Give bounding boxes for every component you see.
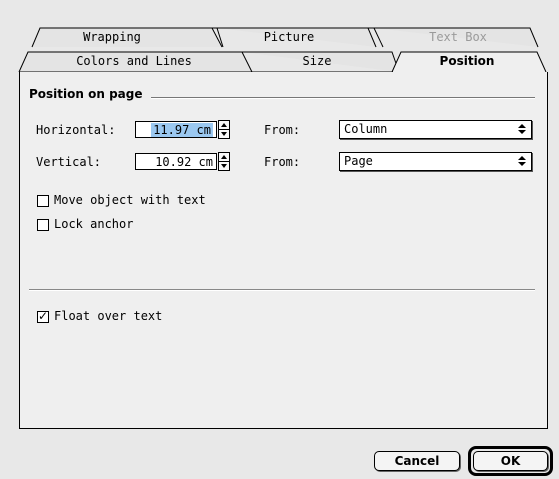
group-title: Position on page <box>29 87 151 101</box>
float-over-text-label[interactable]: Float over text <box>54 309 162 323</box>
cancel-button[interactable]: Cancel <box>374 451 460 471</box>
popup-arrows-icon <box>517 123 528 136</box>
vertical-from-label: From: <box>264 155 301 169</box>
horizontal-from-select[interactable]: Column <box>339 120 532 139</box>
lock-anchor-checkbox[interactable] <box>37 219 49 231</box>
horizontal-stepper[interactable] <box>218 120 230 139</box>
vertical-stepper[interactable] <box>218 152 230 171</box>
section-divider <box>29 289 535 291</box>
move-with-text-label[interactable]: Move object with text <box>54 193 206 207</box>
tab-colors-and-lines[interactable]: Colors and Lines <box>76 54 192 68</box>
horizontal-from-value: Column <box>344 122 388 136</box>
ok-button[interactable]: OK <box>473 451 548 471</box>
tab-size[interactable]: Size <box>303 54 332 68</box>
horizontal-label: Horizontal: <box>36 123 116 137</box>
vertical-from-value: Page <box>344 154 373 168</box>
stepper-down-icon <box>221 132 227 136</box>
horizontal-input[interactable]: 11.97 cm <box>135 121 217 138</box>
stepper-down-icon <box>221 164 227 168</box>
vertical-input[interactable]: 10.92 cm <box>135 153 217 170</box>
stepper-up-icon <box>221 155 227 159</box>
tab-wrapping[interactable]: Wrapping <box>83 30 141 44</box>
horizontal-from-label: From: <box>264 123 301 137</box>
popup-arrows-icon <box>517 155 528 168</box>
tab-text-box: Text Box <box>429 30 487 44</box>
checkmark-icon: ✓ <box>38 309 49 323</box>
horizontal-value: 11.97 cm <box>151 123 213 137</box>
lock-anchor-label[interactable]: Lock anchor <box>54 217 133 231</box>
vertical-from-select[interactable]: Page <box>339 152 532 171</box>
tab-picture[interactable]: Picture <box>264 30 315 44</box>
position-panel: Position on page Horizontal: 11.97 cm Fr… <box>19 72 548 429</box>
stepper-up-icon <box>221 123 227 127</box>
vertical-label: Vertical: <box>36 155 102 169</box>
tab-position[interactable]: Position <box>440 54 495 68</box>
vertical-value: 10.92 cm <box>155 155 213 169</box>
float-over-text-checkbox[interactable]: ✓ <box>37 309 49 323</box>
move-with-text-checkbox[interactable] <box>37 195 49 207</box>
